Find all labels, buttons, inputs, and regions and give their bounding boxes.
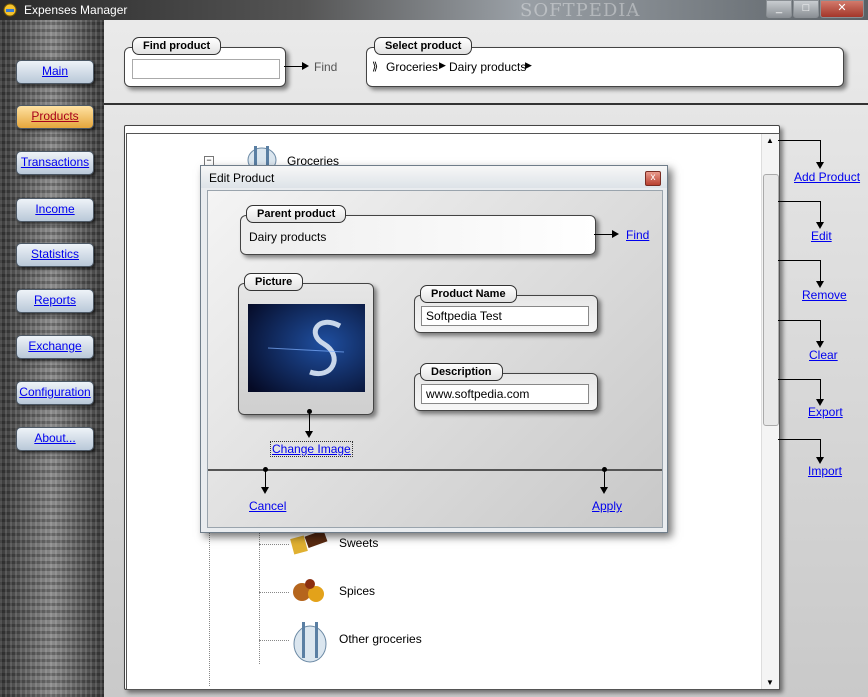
description-input[interactable]: [421, 384, 589, 404]
arrow-down-icon: [816, 222, 824, 229]
dialog-close-button[interactable]: x: [645, 171, 661, 186]
tree-item-spices[interactable]: Spices: [339, 584, 375, 598]
arrow-down-icon: [816, 457, 824, 464]
export-link[interactable]: Export: [808, 405, 843, 419]
action-connector: [820, 439, 821, 458]
find-connector: [284, 66, 304, 67]
action-connector: [778, 260, 820, 261]
arrow-down-icon: [816, 341, 824, 348]
select-product-label: Select product: [374, 37, 473, 55]
action-connector: [820, 379, 821, 399]
maximize-button[interactable]: □: [793, 0, 819, 18]
close-button[interactable]: ✕: [820, 0, 864, 18]
tree-branch: [259, 544, 289, 545]
action-connector: [778, 201, 820, 202]
dialog-title-bar: Edit Product x: [201, 166, 667, 188]
product-name-input[interactable]: [421, 306, 589, 326]
other-groceries-icon: [293, 622, 327, 663]
find-product-label: Find product: [132, 37, 222, 55]
action-connector: [820, 201, 821, 222]
arrow-down-icon: [600, 487, 608, 494]
tree-branch: [259, 592, 289, 593]
change-image-link[interactable]: Change Image: [270, 441, 353, 457]
cancel-link[interactable]: Cancel: [249, 499, 286, 513]
tree-item-other-groceries[interactable]: Other groceries: [339, 632, 422, 646]
import-link[interactable]: Import: [808, 464, 842, 478]
nav-statistics-button[interactable]: Statistics: [16, 243, 94, 267]
nav-configuration-button[interactable]: Configuration: [16, 381, 94, 405]
nav-transactions-button[interactable]: Transactions: [16, 151, 94, 175]
arrow-down-icon: [261, 487, 269, 494]
tree-line: [259, 514, 261, 664]
tree-item-sweets[interactable]: Sweets: [339, 536, 378, 550]
breadcrumb-start-icon: ⟫: [372, 61, 379, 73]
edit-product-dialog: Edit Product x Dairy products Parent pro…: [200, 165, 668, 533]
dialog-divider: [208, 469, 662, 471]
dialog-body: Dairy products Parent product Find Pictu…: [207, 190, 663, 528]
action-connector: [820, 140, 821, 162]
action-connector: [820, 320, 821, 341]
divider: [104, 103, 868, 105]
nav-income-button[interactable]: Income: [16, 198, 94, 222]
watermark: SOFTPEDIA: [520, 0, 641, 21]
arrow-down-icon: [816, 162, 824, 169]
nav-products-button[interactable]: Products: [16, 105, 94, 129]
sidebar: Main Products Transactions Income Statis…: [0, 20, 104, 697]
description-label: Description: [420, 363, 503, 381]
clear-link[interactable]: Clear: [809, 348, 838, 362]
dialog-title: Edit Product: [209, 171, 275, 185]
product-picture: [248, 304, 365, 392]
action-connector: [820, 260, 821, 281]
arrow-down-icon: [816, 281, 824, 288]
connector-line: [309, 411, 310, 433]
breadcrumb-sep-icon: ▶: [525, 60, 532, 70]
scroll-thumb[interactable]: [763, 174, 779, 426]
scroll-down-icon[interactable]: ▼: [766, 678, 774, 687]
title-bar: Expenses Manager SOFTPEDIA _ □ ✕: [0, 0, 868, 21]
find-arrow-icon: [612, 230, 619, 238]
parent-find-link[interactable]: Find: [626, 228, 649, 242]
find-arrow-icon: [302, 62, 309, 70]
parent-product-label: Parent product: [246, 205, 347, 223]
edit-link[interactable]: Edit: [811, 229, 832, 243]
find-product-input[interactable]: [132, 59, 280, 79]
action-connector: [778, 379, 820, 380]
arrow-down-icon: [305, 431, 313, 438]
action-connector: [778, 439, 820, 440]
breadcrumb-groceries[interactable]: Groceries: [386, 60, 438, 74]
remove-link[interactable]: Remove: [802, 288, 847, 302]
minimize-button[interactable]: _: [766, 0, 792, 18]
parent-product-value: Dairy products: [249, 230, 327, 244]
find-product-link[interactable]: Find: [314, 60, 337, 74]
picture-group: [238, 283, 374, 415]
spices-icon: [293, 579, 324, 602]
breadcrumb-dairy[interactable]: Dairy products: [449, 60, 526, 74]
picture-label: Picture: [244, 273, 304, 291]
find-connector: [594, 234, 614, 235]
action-connector: [778, 140, 820, 141]
breadcrumb-sep-icon: ▶: [439, 60, 446, 70]
nav-exchange-button[interactable]: Exchange: [16, 335, 94, 359]
add-product-link[interactable]: Add Product: [794, 170, 860, 184]
apply-link[interactable]: Apply: [592, 499, 622, 513]
scroll-up-icon[interactable]: ▲: [766, 136, 774, 145]
nav-about-button[interactable]: About...: [16, 427, 94, 451]
tree-branch: [259, 640, 289, 641]
window-title: Expenses Manager: [24, 3, 128, 17]
product-name-label: Product Name: [420, 285, 517, 303]
nav-reports-button[interactable]: Reports: [16, 289, 94, 313]
nav-main-button[interactable]: Main: [16, 60, 94, 84]
app-icon: [3, 3, 17, 17]
action-connector: [778, 320, 820, 321]
tree-scrollbar[interactable]: ▲ ▼: [761, 134, 779, 689]
